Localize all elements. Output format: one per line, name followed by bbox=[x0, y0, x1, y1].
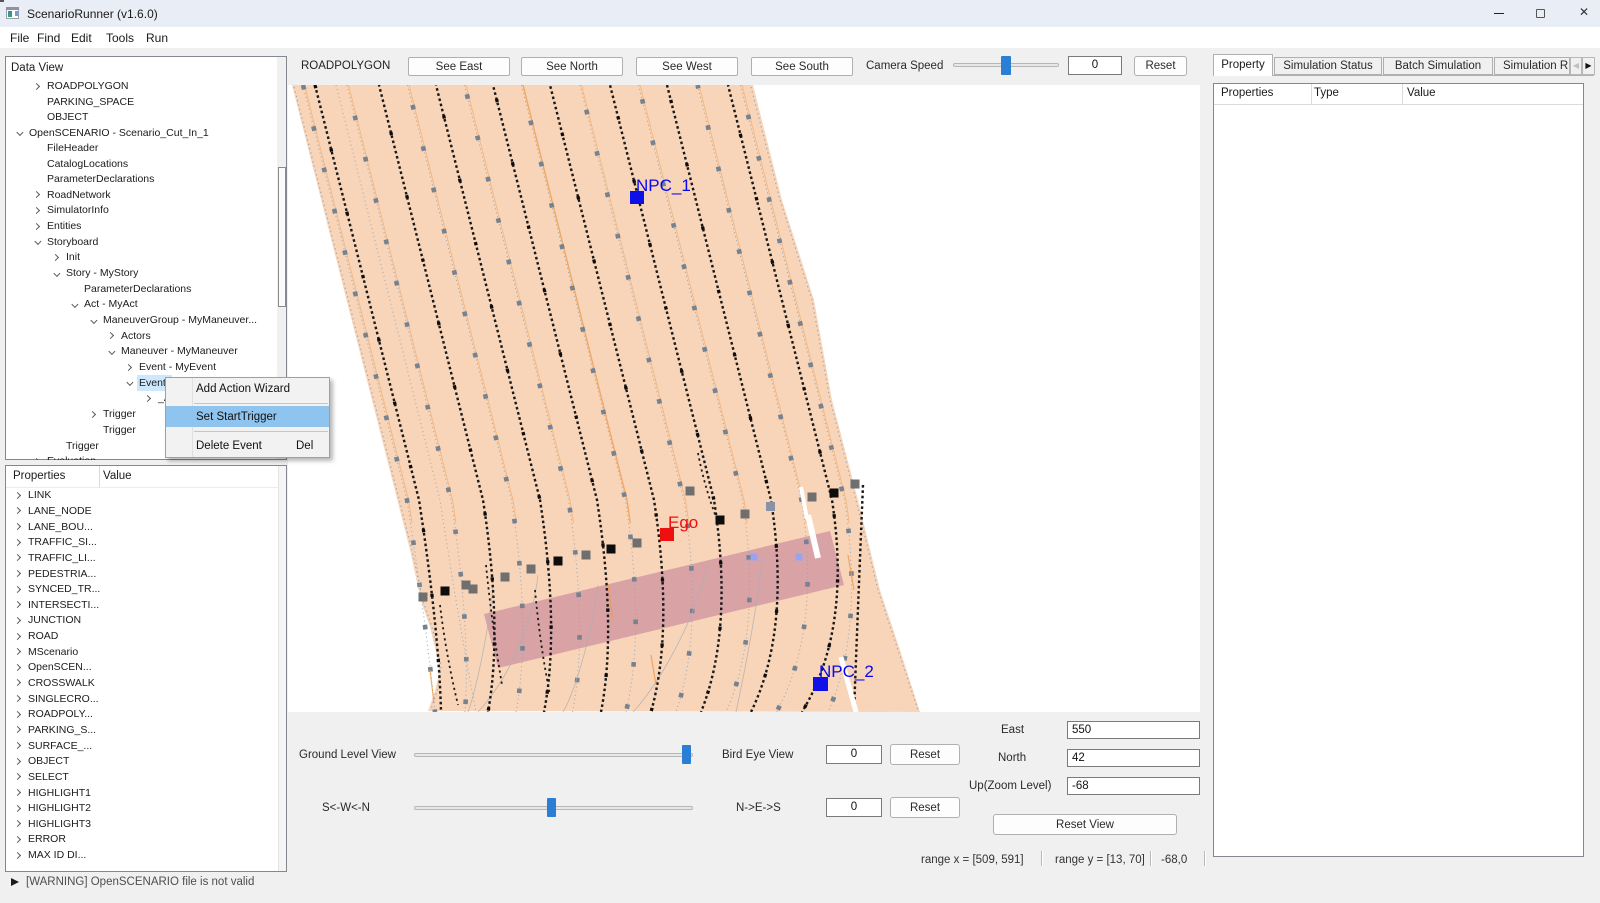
svg-text:NPC_2: NPC_2 bbox=[819, 662, 874, 681]
svg-text:NPC_1: NPC_1 bbox=[636, 176, 691, 195]
svg-text:Ego: Ego bbox=[668, 513, 698, 532]
